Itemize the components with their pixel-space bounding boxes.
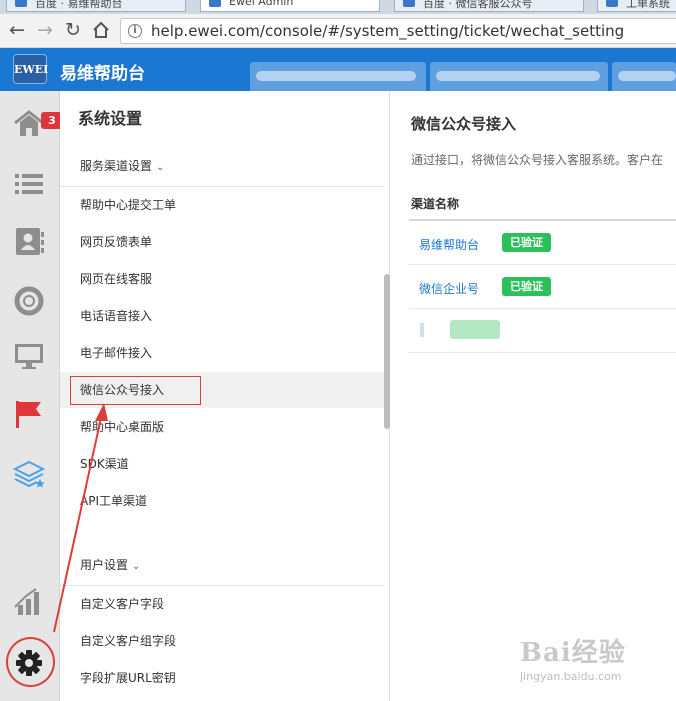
reload-icon[interactable]: ↻ [62,19,84,41]
browser-tab[interactable]: Ewei Admin [200,0,380,12]
sidebar-item-web-feedback-form[interactable]: 网页反馈表单 [60,224,384,260]
chevron-down-icon: ⌄ [155,162,165,173]
settings-sidebar: 系统设置 服务渠道设置 ⌄ 帮助中心提交工单 网页反馈表单 网页在线客服 电话语… [60,91,390,701]
layers-icon[interactable] [12,459,46,489]
header-tab[interactable] [430,62,608,91]
table-header-divider [409,219,676,221]
redacted-text [436,71,600,81]
site-info-icon[interactable]: i [128,24,142,38]
page-title: 微信公众号接入 [411,115,517,133]
analytics-icon[interactable] [12,587,46,617]
sidebar-item-api-ticket[interactable]: API工单渠道 [60,483,384,519]
redacted-channel-name[interactable] [420,323,424,337]
flag-icon[interactable] [12,399,46,429]
sidebar-item-sdk[interactable]: SDK渠道 [60,446,384,482]
redacted-status-badge [450,320,500,339]
status-badge: 已验证 [502,233,551,252]
table-row-divider [409,308,676,309]
watermark-logo: Bai经验 [520,638,626,668]
sidebar-item-custom-customer-fields[interactable]: 自定义客户字段 [60,586,384,622]
header-tab[interactable] [612,62,676,91]
section-service-channels[interactable]: 服务渠道设置 ⌄ [80,157,164,174]
forward-arrow-icon[interactable]: → [34,19,56,41]
channel-name-link[interactable]: 易维帮助台 [419,236,479,253]
table-row-divider [409,352,676,353]
sidebar-item-web-live-chat[interactable]: 网页在线客服 [60,261,384,297]
sidebar-item-help-center-ticket[interactable]: 帮助中心提交工单 [60,187,384,223]
column-header-channel-name: 渠道名称 [411,197,460,211]
tab-favicon-icon [209,0,221,7]
list-icon[interactable] [12,169,46,199]
status-badge: 已验证 [502,277,551,296]
chevron-down-icon: ⌄ [131,561,141,572]
sidebar-item-email[interactable]: 电子邮件接入 [60,335,384,371]
monitor-icon[interactable] [12,341,46,371]
tab-favicon-icon [15,0,27,7]
app-name: 易维帮助台 [60,64,145,84]
redacted-text [618,71,676,81]
channel-name-link[interactable]: 微信企业号 [419,280,479,297]
sidebar-item-custom-customer-group-fields[interactable]: 自定义客户组字段 [60,623,384,659]
table-row-divider [409,264,676,265]
browser-tab-strip: 百度 · 易维帮助台 Ewei Admin 百度 · 微信客服公众号 工单系统 [0,0,676,14]
address-bar[interactable]: i help.ewei.com/console/#/system_setting… [120,18,676,44]
watermark: Bai经验 jingyan.baidu.com [520,622,670,683]
main-content: 微信公众号接入 通过接口，将微信公众号接入客服系统。客户在 渠道名称 易维帮助台… [391,91,676,701]
tab-favicon-icon [403,0,415,7]
url-text: help.ewei.com/console/#/system_setting/t… [151,22,625,40]
annotation-circle [6,637,55,687]
browser-toolbar: ← → ↻ i help.ewei.com/console/#/system_s… [0,14,676,48]
redacted-text [256,71,416,81]
sidebar-title: 系统设置 [78,109,143,128]
section-user-settings[interactable]: 用户设置 ⌄ [80,556,140,573]
sidebar-item-help-center-desktop[interactable]: 帮助中心桌面版 [60,409,384,445]
sidebar-item-field-extension-url-key[interactable]: 字段扩展URL密钥 [60,660,384,696]
browser-tab[interactable]: 工单系统 [597,0,676,12]
home-icon[interactable] [90,19,112,41]
header-tab[interactable] [250,62,426,91]
annotation-highlight-box [70,376,201,405]
back-arrow-icon[interactable]: ← [6,19,28,41]
lifebuoy-icon[interactable] [12,286,46,316]
sidebar-scrollbar[interactable] [384,274,390,429]
app-logo[interactable]: EWEI [13,54,48,84]
browser-tab[interactable]: 百度 · 微信客服公众号 [394,0,584,12]
watermark-url: jingyan.baidu.com [520,670,622,683]
contacts-icon[interactable] [12,226,46,256]
tab-favicon-icon [606,0,618,7]
icon-rail [0,91,60,701]
sidebar-item-phone-voice[interactable]: 电话语音接入 [60,298,384,334]
app-header: EWEI 易维帮助台 [0,48,676,91]
page-description: 通过接口，将微信公众号接入客服系统。客户在 [411,153,664,167]
browser-tab[interactable]: 百度 · 易维帮助台 [6,0,186,12]
